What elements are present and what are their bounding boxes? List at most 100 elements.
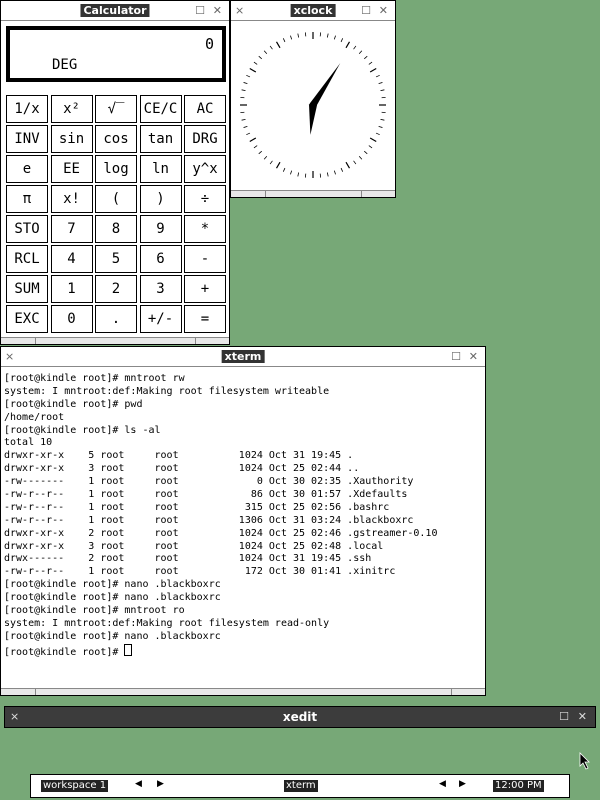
clock-tick xyxy=(364,55,368,60)
calc-key[interactable]: sin xyxy=(50,125,93,153)
mouse-pointer-icon xyxy=(579,752,590,770)
clock-tick xyxy=(241,89,246,92)
clock-tick xyxy=(345,41,351,49)
maximize-icon[interactable]: ☐ xyxy=(195,5,205,16)
blackbox-toolbar: workspace 1 ◀ ▶ xterm ◀ ▶ 12:00 PM xyxy=(30,774,570,798)
calc-key[interactable]: y^x xyxy=(184,155,226,183)
calculator-display: 0 DEG xyxy=(6,26,226,82)
calc-key[interactable]: cos xyxy=(95,125,137,153)
calc-key[interactable]: 0 xyxy=(50,305,93,333)
calc-key[interactable]: STO xyxy=(6,215,48,243)
calc-key[interactable]: 2 xyxy=(95,275,137,303)
clock-tick xyxy=(258,150,262,155)
calc-key[interactable]: tan xyxy=(139,125,182,153)
calc-key[interactable]: x² xyxy=(50,95,93,123)
terminal-output[interactable]: [root@kindle root]# mntroot rw system: I … xyxy=(4,373,437,658)
calc-key[interactable]: x! xyxy=(50,185,93,213)
workspace-label: workspace 1 xyxy=(41,780,109,792)
calc-key[interactable]: e xyxy=(6,155,48,183)
calculator-titlebar[interactable]: Calculator ☐ ✕ xyxy=(1,1,229,21)
resize-handle[interactable] xyxy=(1,688,485,695)
clock-tick xyxy=(243,82,248,85)
calc-key[interactable]: log xyxy=(95,155,137,183)
clock-tick xyxy=(282,38,286,43)
calc-key[interactable]: CE/C xyxy=(139,95,182,123)
calc-key[interactable]: +/- xyxy=(139,305,182,333)
maximize-icon[interactable]: ☐ xyxy=(559,710,569,723)
clock-tick xyxy=(358,156,363,160)
clock-tick xyxy=(340,38,344,43)
x-mark-icon[interactable]: ⨯ xyxy=(5,351,14,362)
calc-key[interactable]: + xyxy=(184,275,226,303)
calc-key[interactable]: 3 xyxy=(139,275,182,303)
resize-handle[interactable] xyxy=(1,337,229,344)
maximize-icon[interactable]: ☐ xyxy=(451,351,461,362)
calc-key[interactable]: ) xyxy=(139,185,182,213)
calc-key[interactable]: 9 xyxy=(139,215,182,243)
clock-tick xyxy=(380,118,385,121)
terminal-line: system: I mntroot:def:Making root filesy… xyxy=(4,617,330,629)
clock-tick xyxy=(364,150,368,155)
clock-tick xyxy=(275,161,281,169)
calc-key[interactable]: SUM xyxy=(6,275,48,303)
terminal-line: -rw------- 1 root root 0 Oct 30 02:35 .X… xyxy=(4,476,414,488)
terminal-line: [root@kindle root]# mntroot rw xyxy=(4,373,185,384)
terminal-line: [root@kindle root]# xyxy=(4,643,437,658)
clock-tick xyxy=(345,161,351,169)
calc-key[interactable]: 4 xyxy=(50,245,93,273)
clock-title: xclock xyxy=(290,4,336,17)
calc-key[interactable]: 1 xyxy=(50,275,93,303)
calc-key[interactable]: RCL xyxy=(6,245,48,273)
calculator-window: Calculator ☐ ✕ 0 DEG 1/x x² √‾ CE/C AC INV sin… xyxy=(0,0,230,345)
calc-key[interactable]: 1/x xyxy=(6,95,48,123)
calc-key[interactable]: 7 xyxy=(50,215,93,243)
next-window-icon[interactable]: ▶ xyxy=(459,779,466,789)
resize-handle[interactable] xyxy=(231,190,395,197)
calc-key[interactable]: ( xyxy=(95,185,137,213)
calc-key[interactable]: EXC xyxy=(6,305,48,333)
calc-key[interactable]: 5 xyxy=(95,245,137,273)
clock-tick xyxy=(258,55,262,60)
clock-tick xyxy=(253,61,258,65)
calc-key[interactable]: π xyxy=(6,185,48,213)
close-icon[interactable]: ✕ xyxy=(469,351,478,362)
calc-key[interactable]: EE xyxy=(50,155,93,183)
calc-key[interactable]: AC xyxy=(184,95,226,123)
terminal-line: [root@kindle root]# nano .blackboxrc xyxy=(4,592,221,604)
calc-key[interactable]: 6 xyxy=(139,245,182,273)
terminal-line: [root@kindle root]# mntroot ro xyxy=(4,605,185,617)
calc-key[interactable]: . xyxy=(95,305,137,333)
close-icon[interactable]: ✕ xyxy=(213,5,222,16)
x-mark-icon[interactable]: ⨯ xyxy=(235,5,244,16)
clock-tick xyxy=(368,61,373,65)
clock-titlebar[interactable]: xclock ⨯ ☐ ✕ xyxy=(231,1,395,21)
xedit-window-bar[interactable]: ⨯ xedit ☐ ✕ xyxy=(4,706,596,728)
close-icon[interactable]: ✕ xyxy=(578,710,587,723)
x-mark-icon[interactable]: ⨯ xyxy=(10,710,19,723)
terminal-line: system: I mntroot:def:Making root filesy… xyxy=(4,385,330,397)
maximize-icon[interactable]: ☐ xyxy=(361,5,371,16)
calc-key[interactable]: INV xyxy=(6,125,48,153)
calc-key[interactable]: 8 xyxy=(95,215,137,243)
calc-key[interactable]: ÷ xyxy=(184,185,226,213)
calc-key[interactable]: ln xyxy=(139,155,182,183)
terminal-window: xterm ⨯ ☐ ✕ [root@kindle root]# mntroot … xyxy=(0,346,486,696)
clock-tick xyxy=(243,125,248,128)
prev-window-icon[interactable]: ◀ xyxy=(439,779,446,789)
clock-tick xyxy=(369,137,377,143)
clock-tick xyxy=(269,45,273,50)
clock-tick xyxy=(249,137,257,143)
calc-key[interactable]: * xyxy=(184,215,226,243)
calc-key[interactable]: = xyxy=(184,305,226,333)
prev-workspace-icon[interactable]: ◀ xyxy=(135,779,142,789)
next-workspace-icon[interactable]: ▶ xyxy=(157,779,164,789)
toolbar-clock: 12:00 PM xyxy=(493,780,544,792)
calc-key[interactable]: √‾ xyxy=(95,95,137,123)
clock-tick xyxy=(246,132,251,136)
close-icon[interactable]: ✕ xyxy=(379,5,388,16)
calc-key[interactable]: - xyxy=(184,245,226,273)
calc-key[interactable]: DRG xyxy=(184,125,226,153)
terminal-titlebar[interactable]: xterm ⨯ ☐ ✕ xyxy=(1,347,485,367)
clock-tick xyxy=(368,145,373,149)
calculator-keypad: 1/x x² √‾ CE/C AC INV sin cos tan DRG e EE log ln y^x π… xyxy=(6,95,226,333)
